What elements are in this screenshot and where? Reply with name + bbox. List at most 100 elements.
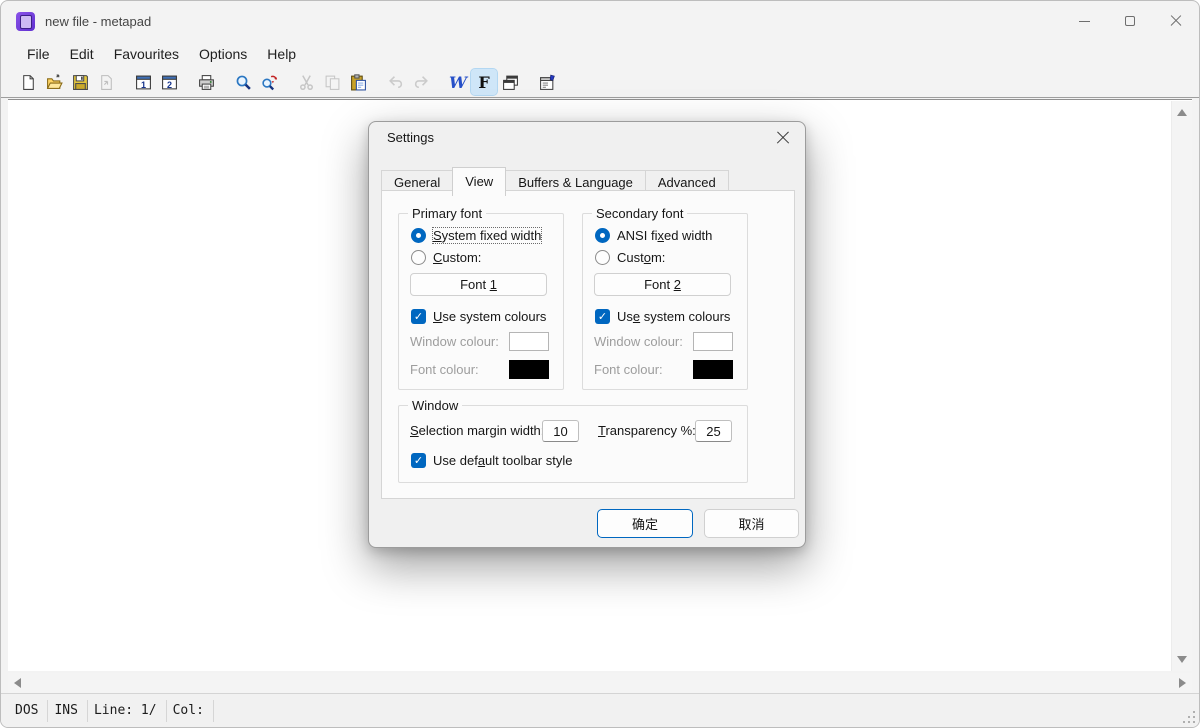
svg-text:2: 2 [166, 79, 171, 89]
secondary-font-button[interactable]: 2 [156, 69, 182, 95]
check-icon: ✓ [598, 310, 607, 323]
settings-button[interactable] [534, 69, 560, 95]
toolbar: 1 2 W [1, 67, 1199, 98]
secondary-window-colour-label: Window colour: [594, 334, 683, 349]
settings-icon [539, 74, 556, 91]
cut-button [293, 69, 319, 95]
view-tab-page: Primary font System fixed width Custom: … [381, 190, 795, 499]
secondary-font-group: Secondary font ANSI fixed width Custom: … [582, 213, 748, 390]
undo-icon [387, 74, 404, 91]
primary-window-colour-swatch[interactable] [509, 332, 549, 351]
scroll-down-icon[interactable] [1177, 656, 1187, 663]
paste-icon [350, 74, 367, 91]
check-icon: ✓ [414, 310, 423, 323]
status-insert-mode: INS [48, 700, 87, 722]
ok-button[interactable]: 确定 [597, 509, 693, 538]
save-floppy-icon [72, 74, 89, 91]
tab-view[interactable]: View [452, 167, 506, 196]
save-button[interactable] [67, 69, 93, 95]
horizontal-scrollbar[interactable] [8, 673, 1192, 693]
default-toolbar-style-label[interactable]: Use default toolbar style [433, 453, 572, 468]
font-toggle-button[interactable]: F [471, 69, 497, 95]
primary-system-fixed-label[interactable]: System fixed width [433, 228, 541, 243]
new-file-icon [20, 74, 37, 91]
open-file-button[interactable] [41, 69, 67, 95]
revert-file-icon [98, 74, 115, 91]
copy-icon [324, 74, 341, 91]
find-button[interactable] [230, 69, 256, 95]
secondary-window-colour-swatch[interactable] [693, 332, 733, 351]
cancel-button[interactable]: 取消 [704, 509, 799, 538]
close-button[interactable] [1153, 1, 1199, 41]
open-folder-icon [46, 74, 63, 91]
word-wrap-icon: W [449, 73, 467, 92]
menu-file[interactable]: File [17, 44, 60, 64]
redo-icon [413, 74, 430, 91]
minimize-icon [1079, 21, 1090, 22]
replace-button[interactable] [256, 69, 282, 95]
secondary-font-group-label: Secondary font [592, 206, 687, 221]
vertical-scrollbar[interactable] [1171, 101, 1192, 671]
metapad-app-icon [16, 12, 35, 31]
primary-system-fixed-radio[interactable] [411, 228, 426, 243]
scissors-icon [298, 74, 315, 91]
replace-icon [261, 74, 278, 91]
secondary-use-system-colours-label[interactable]: Use system colours [617, 309, 730, 324]
print-button[interactable] [193, 69, 219, 95]
primary-font-group-label: Primary font [408, 206, 486, 221]
resize-grip-icon[interactable] [1181, 709, 1195, 723]
primary-custom-radio[interactable] [411, 250, 426, 265]
new-file-button[interactable] [15, 69, 41, 95]
new-window-button[interactable] [497, 69, 523, 95]
maximize-icon [1125, 16, 1135, 26]
window-1-icon: 1 [135, 74, 152, 91]
secondary-ansi-fixed-radio[interactable] [595, 228, 610, 243]
find-icon [235, 74, 252, 91]
primary-font-button[interactable]: 1 [130, 69, 156, 95]
primary-use-system-colours-checkbox[interactable]: ✓ [411, 309, 426, 324]
new-window-icon [502, 74, 519, 91]
scroll-left-icon[interactable] [14, 678, 21, 688]
window-group: Window Selection margin width: 10 Transp… [398, 405, 748, 483]
transparency-input[interactable]: 25 [695, 420, 732, 442]
title-bar: new file - metapad [1, 1, 1199, 41]
secondary-custom-label[interactable]: Custom: [617, 250, 665, 265]
redo-button [408, 69, 434, 95]
copy-button [319, 69, 345, 95]
font-1-button[interactable]: Font 1 [410, 273, 547, 296]
menu-edit[interactable]: Edit [60, 44, 104, 64]
menu-options[interactable]: Options [189, 44, 257, 64]
check-icon: ✓ [414, 454, 423, 467]
minimize-button[interactable] [1061, 1, 1107, 41]
undo-button [382, 69, 408, 95]
secondary-ansi-fixed-label[interactable]: ANSI fixed width [617, 228, 712, 243]
font-2-button-label: Font 2 [644, 277, 681, 292]
close-icon [1170, 15, 1182, 27]
font-2-button[interactable]: Font 2 [594, 273, 731, 296]
status-format: DOS [9, 700, 48, 722]
maximize-button[interactable] [1107, 1, 1153, 41]
secondary-custom-radio[interactable] [595, 250, 610, 265]
primary-use-system-colours-label[interactable]: Use system colours [433, 309, 546, 324]
menu-help[interactable]: Help [257, 44, 306, 64]
dialog-close-icon[interactable] [776, 131, 790, 145]
paste-button[interactable] [345, 69, 371, 95]
default-toolbar-style-checkbox[interactable]: ✓ [411, 453, 426, 468]
scroll-up-icon[interactable] [1177, 109, 1187, 116]
primary-font-colour-label: Font colour: [410, 362, 479, 377]
font-toggle-icon: F [478, 73, 489, 92]
secondary-font-colour-swatch[interactable] [693, 360, 733, 379]
secondary-font-colour-label: Font colour: [594, 362, 663, 377]
printer-icon [198, 74, 215, 91]
word-wrap-button[interactable]: W [445, 69, 471, 95]
primary-font-colour-swatch[interactable] [509, 360, 549, 379]
revert-button [93, 69, 119, 95]
scroll-right-icon[interactable] [1179, 678, 1186, 688]
menu-favourites[interactable]: Favourites [104, 44, 189, 64]
selection-margin-input[interactable]: 10 [542, 420, 579, 442]
primary-custom-label[interactable]: Custom: [433, 250, 481, 265]
menu-bar: File Edit Favourites Options Help [1, 41, 1199, 67]
status-line: Line: 1/ [88, 700, 167, 722]
secondary-use-system-colours-checkbox[interactable]: ✓ [595, 309, 610, 324]
dialog-title-bar: Settings [369, 122, 805, 155]
